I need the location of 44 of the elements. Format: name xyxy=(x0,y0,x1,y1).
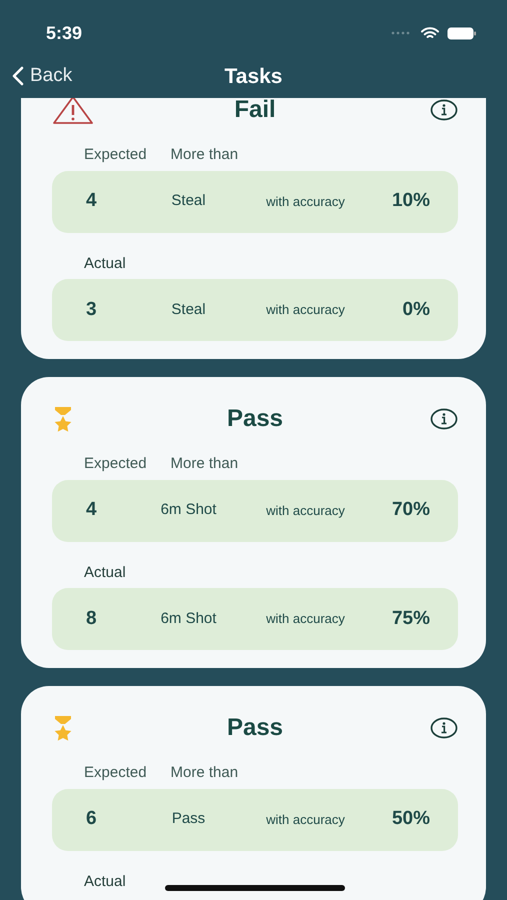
actual-label: Actual xyxy=(84,564,126,580)
skill-name: Steal xyxy=(170,191,207,212)
battery-icon xyxy=(447,26,477,40)
screen-title: Tasks xyxy=(224,65,282,88)
count-value: 4 xyxy=(86,498,98,522)
accuracy-value: 70% xyxy=(390,498,430,522)
accuracy-label: with accuracy xyxy=(265,610,346,628)
medal-icon xyxy=(52,715,74,741)
skill-name: 6m Shot xyxy=(160,608,218,629)
accuracy-value: 75% xyxy=(390,606,430,631)
actual-label: Actual xyxy=(84,872,126,890)
count-value: 8 xyxy=(86,606,98,631)
chevron-left-icon xyxy=(12,66,24,86)
info-icon[interactable] xyxy=(430,98,458,121)
accuracy-value: 50% xyxy=(390,807,430,832)
accuracy-label: with accuracy xyxy=(265,810,346,829)
accuracy-value: 0% xyxy=(402,298,430,322)
actual-label: Actual xyxy=(84,254,126,272)
warning-icon xyxy=(52,98,94,125)
result-title: Pass xyxy=(226,713,284,743)
expected-label: Expected xyxy=(84,454,147,474)
expected-label: Expected xyxy=(84,145,147,165)
skill-name: Steal xyxy=(170,300,207,320)
wifi-icon xyxy=(421,26,439,40)
accuracy-label: with accuracy xyxy=(265,502,346,520)
comparator-label: More than xyxy=(170,763,238,783)
back-button[interactable]: Back xyxy=(12,62,72,90)
count-value: 4 xyxy=(86,189,98,214)
medal-icon xyxy=(52,406,74,432)
count-value: 6 xyxy=(86,807,98,832)
accuracy-label: with accuracy xyxy=(265,192,346,211)
expected-label: Expected xyxy=(84,763,147,783)
info-icon[interactable] xyxy=(430,408,458,430)
accuracy-value: 10% xyxy=(390,189,430,214)
result-title: Fail xyxy=(233,98,277,125)
count-value: 3 xyxy=(86,298,98,322)
skill-name: 6m Shot xyxy=(160,500,218,520)
comparator-label: More than xyxy=(170,454,238,474)
skill-name: Pass xyxy=(170,809,206,830)
result-title: Pass xyxy=(226,404,284,434)
status-time: 5:39 xyxy=(46,22,82,44)
accuracy-label: with accuracy xyxy=(265,301,346,320)
info-icon[interactable] xyxy=(430,716,458,739)
comparator-label: More than xyxy=(170,145,238,165)
